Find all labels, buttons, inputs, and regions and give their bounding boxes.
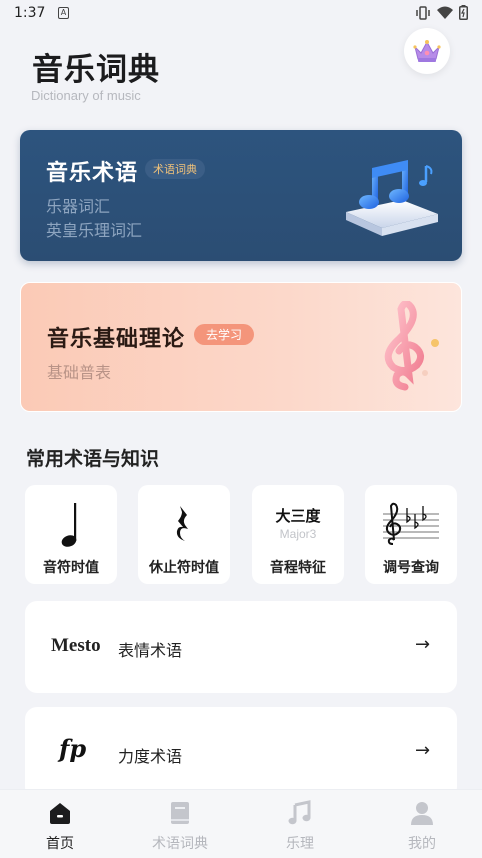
bottom-nav: 首页 术语词典 乐理 我的: [0, 789, 482, 858]
music-note-3d-icon: [346, 160, 438, 236]
notification-a-icon: A: [58, 7, 69, 19]
nav-dictionary-label: 术语词典: [152, 836, 208, 852]
rest-values-label: 休止符时值: [149, 560, 219, 576]
rest-values-tile[interactable]: 休止符时值: [138, 485, 230, 584]
major-third-text: 大三度: [275, 507, 321, 525]
music-theory-title: 音乐基础理论: [47, 327, 186, 352]
abrsm-vocab-label: 英皇乐理词汇: [46, 221, 143, 240]
status-time: 1:37: [14, 5, 46, 21]
nav-home-label: 首页: [46, 836, 74, 852]
music-terms-title: 音乐术语: [46, 161, 139, 186]
mesto-symbol: Mesto: [51, 635, 101, 656]
nav-theory-label: 乐理: [286, 836, 314, 852]
vibrate-icon: [416, 5, 430, 20]
nav-home[interactable]: 首页: [0, 790, 120, 858]
dynamics-terms-label: 力度术语: [118, 747, 183, 766]
music-terms-card[interactable]: 音乐术语 术语词典 乐器词汇 英皇乐理词汇: [20, 130, 462, 261]
common-terms-section-title: 常用术语与知识: [26, 448, 160, 470]
dynamics-terms-row[interactable]: fp 力度术语 →: [25, 707, 457, 799]
status-bar: 1:37 A: [0, 0, 482, 28]
music-theory-card[interactable]: 音乐基础理论 去学习 基础普表: [20, 282, 462, 412]
arrow-right-icon: →: [415, 634, 431, 655]
book-icon: [171, 802, 189, 824]
major3-text: Major3: [279, 527, 317, 541]
fp-symbol: fp: [59, 734, 87, 763]
interval-features-tile[interactable]: 大三度 Major3 音程特征: [252, 485, 344, 584]
crown-avatar[interactable]: [404, 28, 450, 74]
instrument-vocab-label: 乐器词汇: [46, 197, 111, 216]
music-note-icon: [288, 800, 311, 825]
key-signature-tile[interactable]: 调号查询: [365, 485, 457, 584]
nav-theory[interactable]: 乐理: [240, 790, 360, 858]
expression-terms-label: 表情术语: [118, 641, 183, 660]
key-signature-icon: [365, 499, 457, 549]
page-subtitle: Dictionary of music: [31, 88, 141, 103]
treble-clef-3d-icon: [384, 301, 439, 391]
interval-features-label: 音程特征: [270, 560, 326, 576]
quarter-rest-icon: [138, 499, 230, 549]
quarter-note-icon: [25, 499, 117, 549]
status-icons: [415, 5, 468, 20]
expression-terms-row[interactable]: Mesto 表情术语 →: [25, 601, 457, 693]
nav-profile[interactable]: 我的: [362, 790, 482, 858]
battery-icon: [459, 5, 468, 20]
nav-profile-label: 我的: [408, 836, 436, 852]
home-icon: [50, 803, 70, 824]
wifi-icon: [437, 6, 453, 19]
note-values-label: 音符时值: [43, 560, 99, 576]
user-icon: [411, 802, 433, 825]
crown-icon: [413, 40, 441, 62]
page-title: 音乐词典: [32, 52, 160, 88]
note-values-tile[interactable]: 音符时值: [25, 485, 117, 584]
arrow-right-icon: →: [415, 740, 431, 761]
key-signature-label: 调号查询: [383, 560, 439, 576]
nav-dictionary[interactable]: 术语词典: [120, 790, 240, 858]
terms-dictionary-badge: 术语词典: [145, 159, 205, 179]
go-learn-badge[interactable]: 去学习: [194, 324, 255, 345]
basic-notation-label: 基础普表: [47, 363, 112, 382]
